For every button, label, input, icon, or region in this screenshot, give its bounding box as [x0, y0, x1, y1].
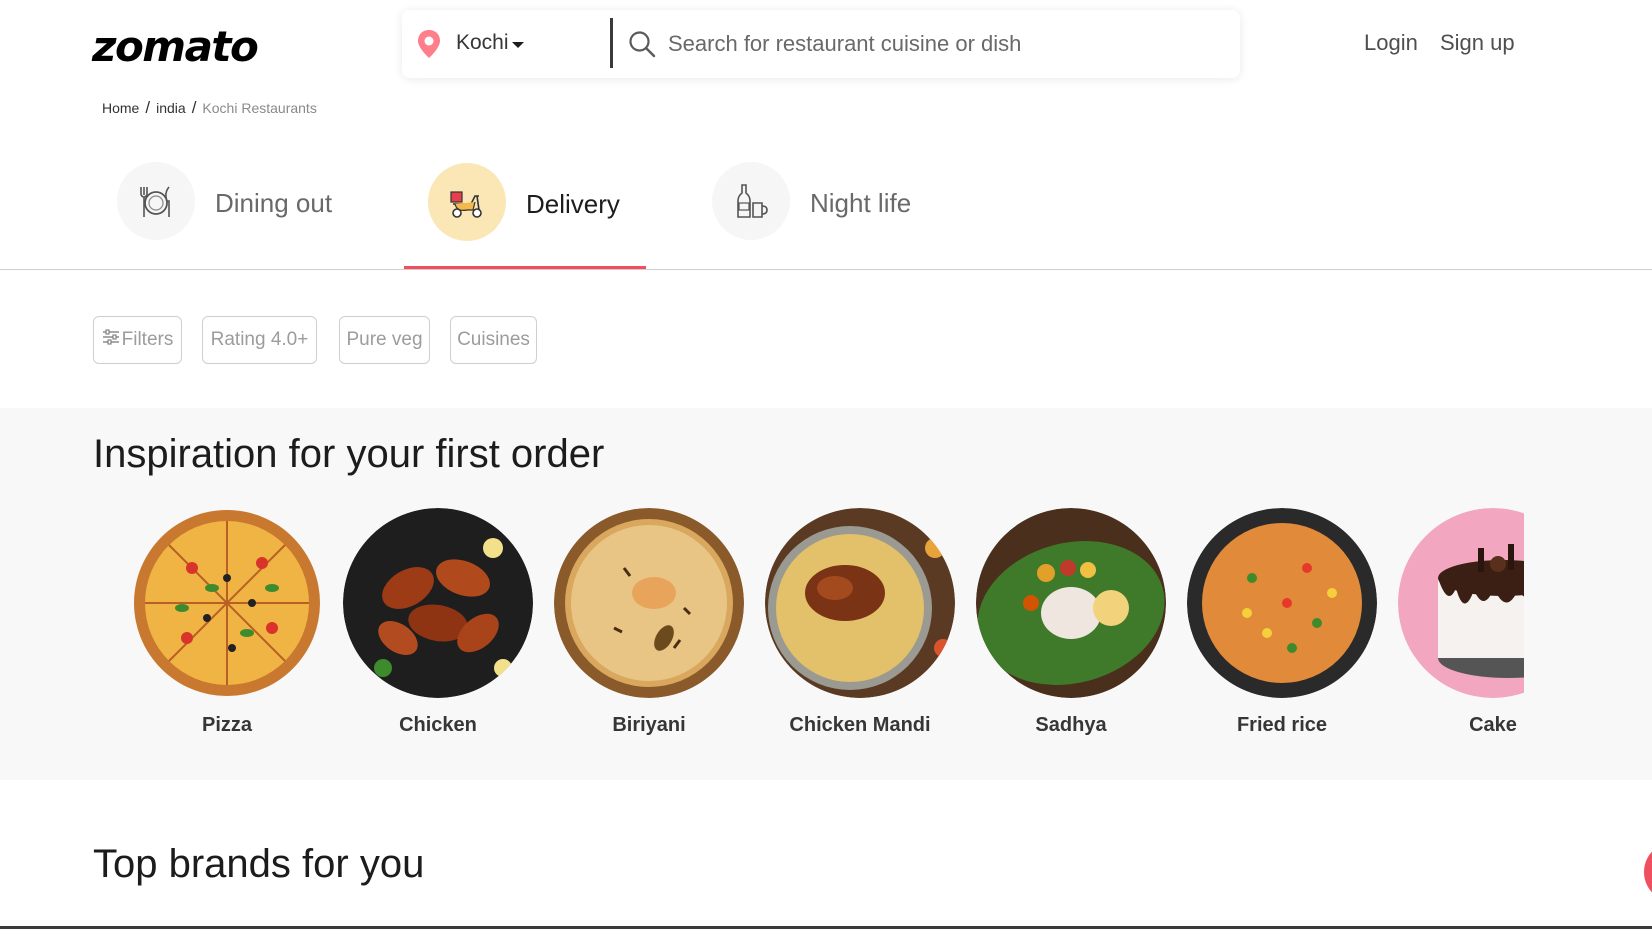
cake-image [1398, 508, 1524, 698]
search-bar: Kochi [402, 10, 1240, 78]
inspiration-section: Inspiration for your first order Pizza C… [0, 408, 1652, 780]
chicken-image [343, 508, 533, 698]
chicken-mandi-image [765, 508, 955, 698]
location-select[interactable]: Kochi [456, 31, 509, 55]
dish-item-chicken-mandi[interactable]: Chicken Mandi [765, 508, 955, 737]
dish-item-pizza[interactable]: Pizza [132, 508, 322, 737]
sadhya-image [976, 508, 1166, 698]
dish-name: Chicken [399, 714, 477, 736]
top-brands-title: Top brands for you [93, 842, 425, 886]
breadcrumb-current: Kochi Restaurants [202, 100, 317, 116]
filters-label: Filters [121, 329, 174, 350]
search-divider [610, 18, 613, 68]
cuisines-filter-button[interactable]: Cuisines [450, 316, 537, 364]
floating-action-button[interactable] [1644, 842, 1652, 902]
dish-name: Biriyani [612, 714, 686, 736]
tab-label: Delivery [526, 189, 620, 219]
dish-item-chicken[interactable]: Chicken [343, 508, 533, 737]
rating-filter-button[interactable]: Rating 4.0+ [202, 316, 317, 364]
dining-icon [140, 186, 170, 217]
dish-name: Pizza [201, 714, 253, 736]
pure-veg-filter-button[interactable]: Pure veg [339, 316, 430, 364]
chevron-down-icon[interactable] [512, 42, 524, 48]
tab-icon-circle [117, 162, 195, 240]
bottle-icon [737, 184, 768, 218]
dish-name: Cake [1469, 714, 1517, 736]
dish-item-sadhya[interactable]: Sadhya [976, 508, 1166, 737]
sliders-icon [102, 329, 119, 345]
dish-name: Sadhya [1035, 714, 1107, 736]
tab-label: Dining out [215, 188, 333, 218]
inspiration-title: Inspiration for your first order [93, 432, 605, 476]
signup-link[interactable]: Sign up [1440, 30, 1515, 56]
breadcrumb-country[interactable]: india [156, 100, 186, 116]
dish-carousel: Pizza Chicken Biriyani Chicken Mandi Sad… [132, 508, 1524, 758]
tab-label: Night life [810, 188, 912, 218]
tabs-divider [0, 269, 1652, 270]
breadcrumb-home[interactable]: Home [102, 100, 139, 116]
biriyani-image [554, 508, 744, 698]
filters-button[interactable]: Filters [93, 316, 182, 364]
breadcrumb-separator: / [145, 98, 151, 117]
tab-icon-circle [428, 163, 506, 241]
dish-item-biriyani[interactable]: Biriyani [554, 508, 744, 737]
search-icon [629, 31, 656, 58]
dish-name: Chicken Mandi [789, 714, 931, 736]
pizza-image [132, 508, 322, 698]
tab-icon-circle [712, 162, 790, 240]
scooter-icon [450, 191, 482, 218]
dish-item-fried-rice[interactable]: Fried rice [1187, 508, 1377, 737]
zomato-logo[interactable]: zomato [92, 22, 259, 71]
dish-item-cake[interactable]: Cake [1398, 508, 1524, 737]
location-pin-icon [418, 30, 440, 58]
dish-name: Fried rice [1236, 714, 1328, 736]
breadcrumb-separator: / [191, 98, 197, 117]
search-input[interactable] [668, 26, 1208, 62]
login-link[interactable]: Login [1364, 30, 1418, 56]
breadcrumb: Home / india / Kochi Restaurants [102, 98, 317, 118]
fried-rice-image [1187, 508, 1377, 698]
